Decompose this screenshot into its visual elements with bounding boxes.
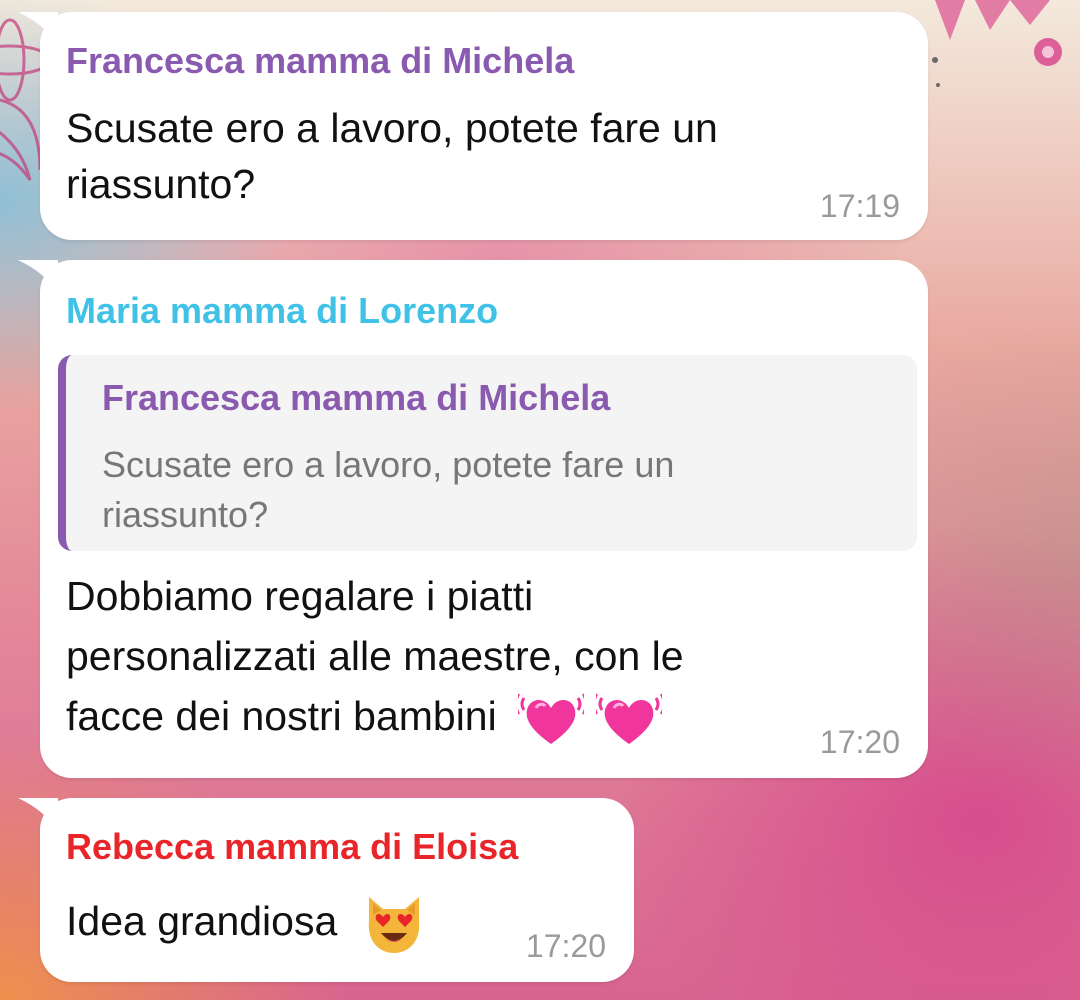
reply-quote-line: riassunto? [102, 494, 269, 535]
message-bubble[interactable]: Francesca mamma di Michela Scusate ero a… [18, 12, 928, 240]
message-text: Idea grandiosa [66, 890, 427, 957]
message-text: Scusate ero a lavoro, potete fare un ria… [66, 100, 718, 212]
message-sender[interactable]: Maria mamma di Lorenzo [66, 290, 498, 332]
reply-quote-line: Scusate ero a lavoro, potete fare un [102, 444, 675, 485]
beating-heart-emoji [518, 693, 585, 745]
bubble-tail [18, 260, 58, 296]
message-text-line: riassunto? [66, 161, 256, 207]
message-time: 17:20 [525, 928, 606, 964]
flower-decoration-top-right [932, 0, 1062, 87]
message-bubble[interactable]: Maria mamma di Lorenzo Francesca mamma d… [18, 260, 928, 778]
message-text-line-with-emoji: facce dei nostri bambini [66, 686, 684, 752]
message-text-line: Scusate ero a lavoro, potete fare un [66, 105, 718, 151]
message-sender[interactable]: Francesca mamma di Michela [66, 40, 574, 82]
heart-eyes-cat-emoji [368, 897, 419, 954]
message-time: 17:20 [819, 724, 900, 760]
reply-quote-text: Scusate ero a lavoro, potete fare un ria… [102, 440, 674, 540]
reply-quote-sender: Francesca mamma di Michela [102, 377, 611, 418]
message-text: Dobbiamo regalare i piatti personalizzat… [66, 566, 684, 752]
beating-heart-emoji [595, 693, 662, 745]
message-sender[interactable]: Rebecca mamma di Eloisa [66, 826, 518, 868]
message-text-line: personalizzati alle maestre, con le [66, 633, 684, 679]
bubble-tail [18, 12, 58, 48]
message-time: 17:19 [819, 188, 900, 224]
message-text-line: Dobbiamo regalare i piatti [66, 573, 534, 619]
reply-quote[interactable]: Francesca mamma di Michela Scusate ero a… [58, 355, 917, 551]
bubble-tail [18, 798, 58, 834]
message-text-line: Idea grandiosa [66, 898, 338, 944]
message-bubble[interactable]: Rebecca mamma di Eloisa Idea grandiosa 1… [18, 798, 634, 982]
message-text-line: facce dei nostri bambini [66, 693, 497, 739]
